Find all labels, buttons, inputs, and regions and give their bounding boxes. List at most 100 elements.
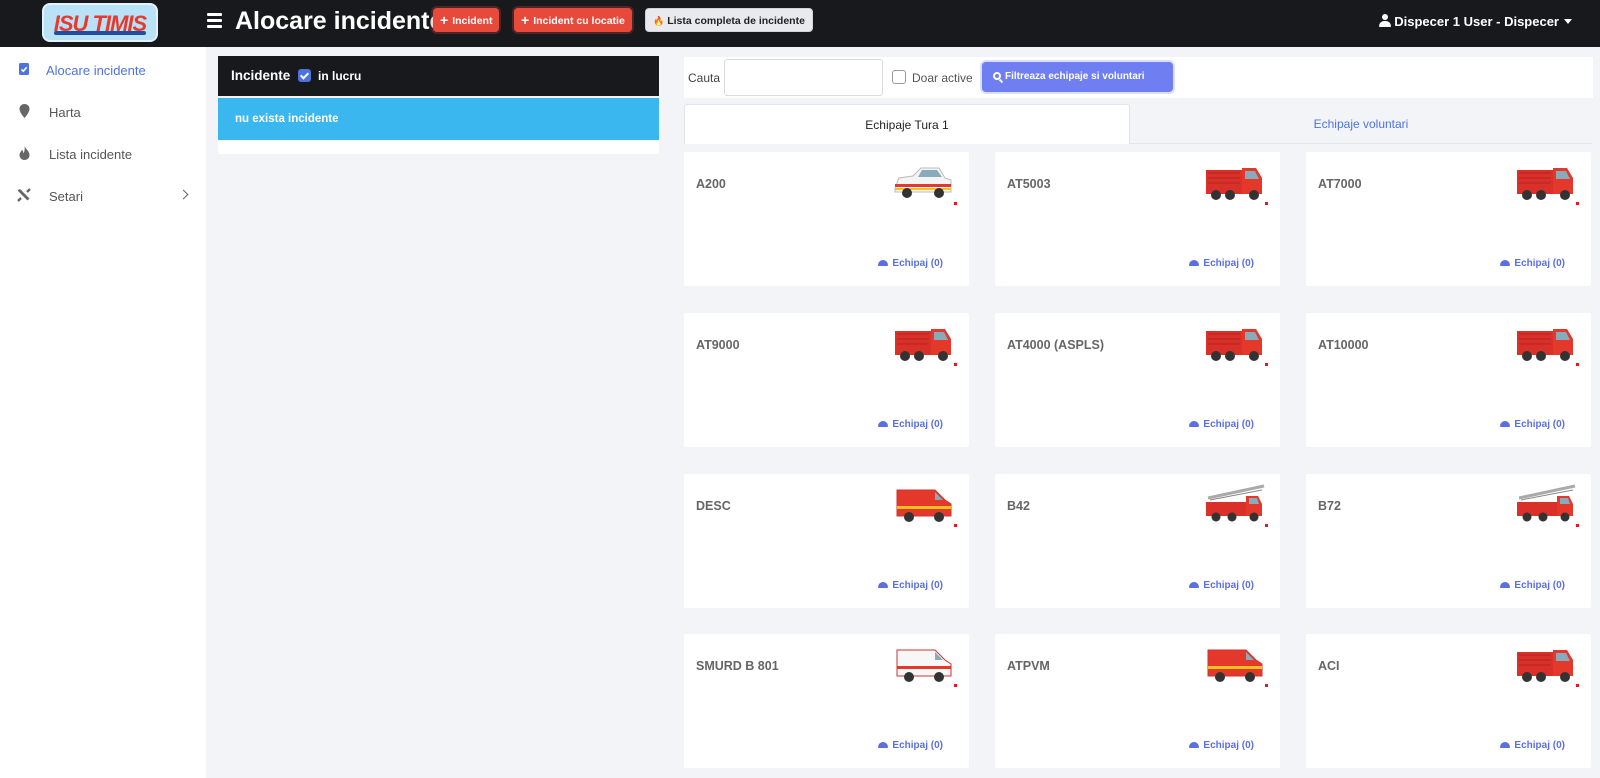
vehicle-card[interactable]: AT10000 Echipaj (0) [1306,313,1591,447]
status-dot [1265,363,1268,366]
status-dot [1576,202,1579,205]
crew-link[interactable]: Echipaj (0) [878,740,943,751]
caret-down-icon [1564,19,1572,24]
crew-link[interactable]: Echipaj (0) [1189,740,1254,751]
map-marker-icon [17,104,31,118]
add-incident-button[interactable]: + Incident [433,8,500,32]
in-progress-label: in lucru [318,69,362,83]
plus-icon: + [521,12,530,28]
helmet-icon [1189,260,1200,266]
crew-label: Echipaj (0) [1203,580,1254,591]
crew-link[interactable]: Echipaj (0) [1189,419,1254,430]
fire-truck-image [1513,482,1577,526]
helmet-icon [1500,421,1511,427]
crew-label: Echipaj (0) [1203,419,1254,430]
fire-icon [17,146,31,160]
in-progress-checkbox[interactable] [298,69,311,82]
crew-link[interactable]: Echipaj (0) [1189,580,1254,591]
crew-link[interactable]: Echipaj (0) [1500,580,1565,591]
vehicle-card[interactable]: B72 Echipaj (0) [1306,474,1591,608]
crew-label: Echipaj (0) [1514,258,1565,269]
vehicle-card[interactable]: AT7000 Echipaj (0) [1306,152,1591,286]
sidebar: Alocare incidente Harta Lista incidente … [0,47,206,778]
crew-label: Echipaj (0) [892,419,943,430]
crew-link[interactable]: Echipaj (0) [1500,419,1565,430]
crew-link[interactable]: Echipaj (0) [1500,740,1565,751]
status-dot [1265,202,1268,205]
fire-truck-image [1202,160,1266,204]
user-name: Dispecer 1 User - Dispecer [1394,14,1559,29]
tools-icon [17,188,31,202]
search-input[interactable] [724,59,883,96]
crew-link[interactable]: Echipaj (0) [1189,258,1254,269]
crew-link[interactable]: Echipaj (0) [878,258,943,269]
logo-stripe [54,31,146,35]
sidebar-item-label: Harta [49,105,81,120]
vehicle-name: ACI [1318,659,1340,673]
vehicle-card[interactable]: AT5003 Echipaj (0) [995,152,1280,286]
vehicle-card[interactable]: B42 Echipaj (0) [995,474,1280,608]
crew-label: Echipaj (0) [892,580,943,591]
sidebar-item-alocare-incidente[interactable]: Alocare incidente [0,55,206,85]
helmet-icon [1500,582,1511,588]
vehicle-name: AT5003 [1007,177,1051,191]
sidebar-item-setari[interactable]: Setari [0,181,206,211]
vehicle-card[interactable]: ATPVM Echipaj (0) [995,634,1280,768]
fire-truck-image [1513,642,1577,686]
vehicle-card[interactable]: ACI Echipaj (0) [1306,634,1591,768]
full-incident-list-button[interactable]: 🔥 Lista completa de incidente [645,8,813,32]
helmet-icon [878,260,889,266]
user-dropdown[interactable]: Dispecer 1 User - Dispecer [1379,14,1572,29]
sidebar-item-harta[interactable]: Harta [0,97,206,127]
filter-crews-button[interactable]: Filtreaza echipaje si voluntari [982,62,1173,92]
crew-link[interactable]: Echipaj (0) [878,419,943,430]
search-icon [993,72,1001,80]
only-active-checkbox[interactable] [892,70,906,84]
fire-truck-image [1202,482,1266,526]
crew-label: Echipaj (0) [892,258,943,269]
tab-echipaje-voluntari[interactable]: Echipaje voluntari [1130,104,1592,144]
filter-bar: Cauta Doar active Filtreaza echipaje si … [684,57,1593,98]
vehicle-card[interactable]: DESC Echipaj (0) [684,474,969,608]
vehicle-card[interactable]: SMURD B 801 Echipaj (0) [684,634,969,768]
status-dot [1576,684,1579,687]
fire-truck-image [891,160,955,204]
vehicle-card[interactable]: AT4000 (ASPLS) Echipaj (0) [995,313,1280,447]
vehicle-name: ATPVM [1007,659,1050,673]
search-label: Cauta [688,71,721,85]
sidebar-item-label: Alocare incidente [46,63,146,78]
status-dot [1265,684,1268,687]
crew-label: Echipaj (0) [1514,419,1565,430]
status-dot [1576,363,1579,366]
vehicle-card[interactable]: AT9000 Echipaj (0) [684,313,969,447]
status-dot [954,202,957,205]
add-incident-location-label: Incident cu locatie [533,15,625,27]
only-active-label: Doar active [912,71,973,85]
helmet-icon [1500,742,1511,748]
fire-truck-image [1513,160,1577,204]
vehicle-name: AT7000 [1318,177,1362,191]
isu-timis-logo[interactable]: ISU TIMIS [42,3,158,42]
page-title: Alocare incidente [235,7,444,35]
crew-link[interactable]: Echipaj (0) [1500,258,1565,269]
vehicle-name: AT4000 (ASPLS) [1007,338,1105,352]
tab-echipaje-tura-1[interactable]: Echipaje Tura 1 [684,104,1130,144]
hamburger-menu-icon[interactable] [207,13,222,28]
helmet-icon [1189,582,1200,588]
incidents-title: Incidente [231,68,291,83]
no-incidents-alert: nu exista incidente [218,98,659,140]
crew-label: Echipaj (0) [1203,740,1254,751]
chevron-right-icon [178,189,189,200]
sidebar-item-lista-incidente[interactable]: Lista incidente [0,139,206,169]
full-incident-list-label: Lista completa de incidente [667,15,805,27]
status-dot [954,524,957,527]
vehicle-name: SMURD B 801 [696,659,779,673]
vehicle-card[interactable]: A200 Echipaj (0) [684,152,969,286]
crew-label: Echipaj (0) [1514,580,1565,591]
user-icon [1379,14,1392,27]
helmet-icon [1189,742,1200,748]
add-incident-location-button[interactable]: + Incident cu locatie [514,8,632,32]
sidebar-item-label: Setari [49,189,83,204]
fire-truck-image [891,321,955,365]
crew-link[interactable]: Echipaj (0) [878,580,943,591]
